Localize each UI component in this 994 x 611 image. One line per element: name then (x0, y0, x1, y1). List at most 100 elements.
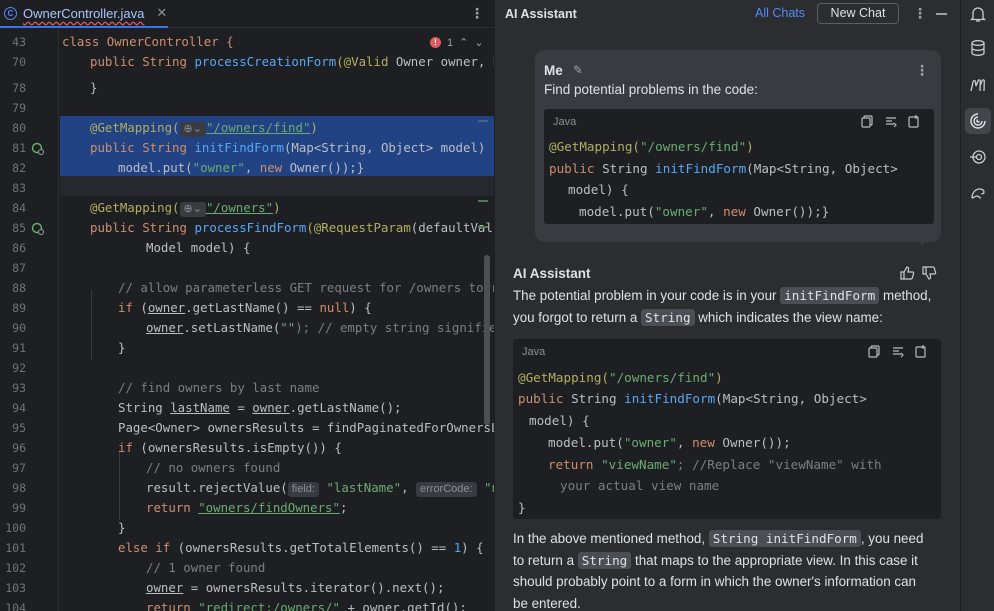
gradle-icon[interactable] (969, 184, 987, 202)
code-line: return "owners/findOwners"; (146, 500, 348, 515)
error-count: 1 (447, 36, 454, 49)
code-line: model) { (529, 413, 590, 428)
code-line: public String processCreationForm(@Valid… (90, 54, 494, 69)
code-line: } (518, 500, 526, 515)
code-line: @GetMapping(⊕⌄ "/owners") (90, 200, 281, 217)
insert-snippet-icon[interactable] (908, 115, 920, 128)
tab-filename: OwnerController.java (23, 5, 145, 21)
user-code-block: Java @GetMapping("/owners/find") public … (544, 109, 934, 224)
change-marker (478, 200, 488, 202)
format-icon[interactable] (892, 345, 904, 358)
url-globe-icon[interactable]: ⊕⌄ (179, 202, 206, 217)
line-number: 102 (5, 561, 26, 575)
line-number: 101 (5, 541, 26, 555)
next-problem-icon[interactable]: ⌄ (474, 36, 483, 49)
inspection-widget[interactable]: ! 1 ⌃ ⌄ (430, 36, 484, 49)
url-globe-icon[interactable]: ⊕⌄ (179, 122, 206, 137)
code-editor[interactable]: C OwnerController.java ✕ ⋮ 43 70 78 79 8… (0, 0, 494, 611)
code-line: model.put("owner", new Owner());} (579, 204, 830, 219)
user-message-text: Find potential problems in the code: (544, 82, 758, 97)
copy-icon[interactable] (868, 345, 880, 358)
thumbs-down-icon[interactable] (921, 265, 937, 281)
line-number: 89 (12, 301, 26, 315)
editor-tab-bar: C OwnerController.java ✕ ⋮ (0, 0, 494, 28)
right-tool-strip (960, 0, 994, 611)
code-line: your actual view name (560, 478, 720, 493)
notifications-icon[interactable] (969, 5, 987, 23)
change-marker (478, 226, 488, 228)
code-line: if (ownersResults.isEmpty()) { (118, 440, 342, 455)
inline-code: String (577, 551, 632, 569)
error-icon: ! (430, 37, 441, 48)
code-line: public String initFindForm(Map<String, O… (90, 140, 494, 155)
code-line: owner = ownersResults.iterator().next(); (146, 580, 445, 595)
code-line: } (90, 80, 98, 95)
code-line: else if (ownersResults.getTotalElements(… (118, 540, 484, 555)
line-number: 85 (12, 221, 26, 235)
code-language-label: Java (553, 116, 577, 128)
database-icon[interactable] (969, 39, 987, 57)
inline-code: String (641, 308, 695, 326)
code-line: // find owners by last name (118, 380, 320, 395)
assistant-reply-name: AI Assistant (513, 266, 591, 281)
line-number: 98 (12, 481, 26, 495)
line-number: 86 (12, 241, 26, 255)
line-number: 93 (12, 381, 26, 395)
code-line: return "viewName"; //Replace "viewName" … (548, 457, 882, 472)
code-line: return "redirect:/owners/" + owner.getId… (146, 600, 467, 611)
code-language-label: Java (522, 346, 546, 358)
line-number: 79 (12, 101, 26, 115)
line-number: 99 (12, 501, 26, 515)
user-name: Me (544, 63, 563, 78)
editor-scrollbar[interactable] (484, 255, 490, 425)
insert-snippet-icon[interactable] (915, 345, 927, 358)
edit-message-icon[interactable]: ✎ (573, 63, 583, 77)
minimize-icon[interactable] (936, 13, 947, 15)
ai-assistant-icon[interactable] (969, 112, 987, 130)
code-line: result.rejectValue(field: "lastName", er… (146, 480, 494, 497)
line-number: 82 (12, 161, 26, 175)
java-class-icon: C (4, 6, 17, 20)
line-number: 70 (12, 55, 26, 69)
code-area[interactable]: class OwnerController { public String pr… (62, 28, 494, 611)
panel-options-icon[interactable]: ⋮ (913, 5, 927, 22)
change-marker (478, 120, 488, 122)
code-line: Model model) { (146, 240, 251, 255)
markdown-m-icon[interactable] (969, 76, 987, 94)
line-number: 95 (12, 421, 26, 435)
line-number: 103 (5, 581, 26, 595)
bubble-tail (921, 228, 939, 246)
line-number: 87 (12, 261, 26, 275)
tab-more-options-icon[interactable]: ⋮ (470, 5, 484, 22)
code-line: @GetMapping(⊕⌄ "/owners/find") (90, 120, 318, 137)
code-line: } (118, 340, 126, 355)
code-line: @GetMapping("/owners/find") (549, 139, 754, 154)
all-chats-link[interactable]: All Chats (755, 6, 805, 20)
message-options-icon[interactable]: ⋮ (915, 62, 929, 79)
new-chat-button[interactable]: New Chat (817, 3, 899, 24)
code-line: public String processFindForm(@RequestPa… (90, 220, 494, 235)
endpoint-gutter-icon[interactable] (31, 142, 44, 155)
line-number: 96 (12, 441, 26, 455)
code-line: public String initFindForm(Map<String, O… (549, 161, 898, 176)
close-tab-icon[interactable]: ✕ (156, 5, 167, 21)
endpoints-icon[interactable] (969, 148, 987, 166)
line-number: 83 (12, 181, 26, 195)
editor-tab-ownercontroller[interactable]: C OwnerController.java ✕ (0, 0, 168, 28)
line-number: 81 (12, 141, 26, 155)
code-line: @GetMapping("/owners/find") (518, 370, 723, 385)
code-line: if (owner.getLastName() == null) { (118, 300, 372, 315)
code-line: Page<Owner> ownersResults = findPaginate… (118, 420, 494, 435)
code-line: model) { (568, 182, 629, 197)
format-icon[interactable] (885, 115, 897, 128)
param-hint: errorCode: (416, 482, 477, 497)
thumbs-up-icon[interactable] (899, 265, 915, 281)
line-number: 92 (12, 361, 26, 375)
copy-icon[interactable] (861, 115, 873, 128)
line-number: 100 (5, 521, 26, 535)
previous-problem-icon[interactable]: ⌃ (459, 36, 468, 49)
endpoint-gutter-icon[interactable] (31, 222, 44, 235)
assistant-reply-paragraph: The potential problem in your code is in… (513, 287, 932, 326)
code-line: owner.setLastName(""); // empty string s… (146, 320, 494, 335)
line-number: 90 (12, 321, 26, 335)
